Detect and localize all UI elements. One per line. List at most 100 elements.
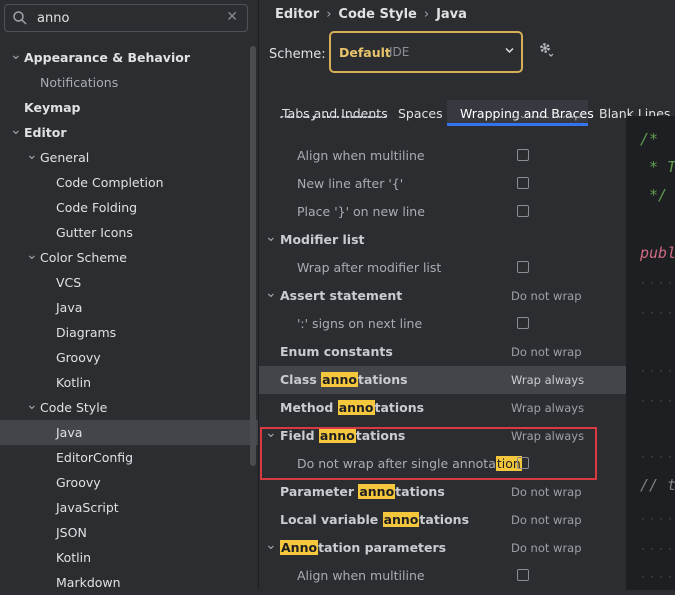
sidebar-item-editor[interactable]: ⌄ Editor (0, 120, 258, 145)
sidebar-item-json[interactable]: JSON (0, 520, 258, 545)
whitespace-indicator: ···· (640, 396, 675, 407)
option-row-local-variable-annotations[interactable]: Local variable annotations Do not wrap (259, 506, 626, 534)
breadcrumb-java: Java (436, 7, 467, 22)
chevron-down-icon[interactable]: ⌄ (10, 120, 22, 140)
chevron-down-icon[interactable]: ⌄ (265, 226, 277, 248)
option-wrap-value[interactable]: Wrap always (511, 366, 584, 394)
whitespace-indicator: ···· (640, 452, 675, 463)
whitespace-indicator: ···· (640, 366, 675, 377)
option-row-enum-constants[interactable]: Enum constants Do not wrap (259, 338, 626, 366)
field-annotations-highlight-box (260, 427, 597, 480)
option-row-parameter-annotations[interactable]: Parameter annotations Do not wrap (259, 478, 626, 506)
option-checkbox[interactable] (517, 569, 529, 581)
chevron-down-icon[interactable]: ⌄ (10, 45, 22, 65)
option-row-method-annotations[interactable]: Method annotations Wrap always (259, 394, 626, 422)
search-field[interactable]: anno ✕ (4, 4, 248, 32)
scheme-dropdown[interactable]: Default IDE (329, 31, 523, 73)
sidebar-item-gutter-icons[interactable]: Gutter Icons (0, 220, 258, 245)
option-row-align-when-multiline[interactable]: Align when multiline (259, 562, 626, 590)
gear-icon[interactable] (537, 40, 555, 58)
chevron-down-icon[interactable]: ⌄ (26, 245, 38, 265)
search-input[interactable]: anno (37, 11, 69, 26)
preview-code-line: publ (640, 244, 675, 262)
breadcrumb-separator-icon: › (326, 7, 332, 22)
sidebar-item-label: Appearance & Behavior (24, 50, 190, 65)
scheme-label: Scheme: (269, 47, 326, 62)
option-row-assert-statement[interactable]: ⌄ Assert statement Do not wrap (259, 282, 626, 310)
option-checkbox[interactable] (517, 205, 529, 217)
sidebar-item-label: General (40, 150, 90, 165)
sidebar-item-javascript[interactable]: JavaScript (0, 495, 258, 520)
sidebar-item-label: JSON (56, 525, 87, 540)
option-row-new-line-after[interactable]: New line after '{' (259, 170, 626, 198)
breadcrumb-editor[interactable]: Editor (275, 7, 319, 22)
sidebar-item-vcs[interactable]: VCS (0, 270, 258, 295)
chevron-down-icon[interactable]: ⌄ (265, 282, 277, 304)
sidebar-item-kotlin[interactable]: Kotlin (0, 545, 258, 570)
sidebar-item-label: EditorConfig (56, 450, 134, 465)
sidebar-item-diagrams[interactable]: Diagrams (0, 320, 258, 345)
sidebar-item-notifications[interactable]: Notifications (0, 70, 258, 95)
sidebar-item-label: Editor (24, 125, 67, 140)
sidebar-item-keymap[interactable]: Keymap (0, 95, 258, 120)
sidebar-item-color-scheme[interactable]: ⌄ Color Scheme (0, 245, 258, 270)
option-row-array-initializer[interactable]: ⌄Array initializer Do not wrap (259, 116, 626, 128)
sidebar-item-java[interactable]: Java (0, 420, 258, 445)
option-checkbox[interactable] (517, 177, 529, 189)
option-wrap-value[interactable]: Do not wrap (511, 478, 582, 506)
sidebar-item-kotlin[interactable]: Kotlin (0, 370, 258, 395)
whitespace-indicator: ···· (640, 514, 675, 525)
option-wrap-value[interactable]: Do not wrap (511, 282, 582, 310)
sidebar-item-label: Keymap (24, 100, 81, 115)
option-row-modifier-list[interactable]: ⌄ Modifier list (259, 226, 626, 254)
option-row-place-on-new-line[interactable]: Place '}' on new line (259, 198, 626, 226)
sidebar-item-groovy[interactable]: Groovy (0, 470, 258, 495)
sidebar-item-editorconfig[interactable]: EditorConfig (0, 445, 258, 470)
option-wrap-value[interactable]: Wrap always (511, 394, 584, 422)
sidebar-scrollbar[interactable] (250, 46, 256, 466)
option-checkbox[interactable] (517, 261, 529, 273)
chevron-down-icon[interactable]: ⌄ (26, 395, 38, 415)
sidebar-item-groovy[interactable]: Groovy (0, 345, 258, 370)
option-wrap-value[interactable]: Do not wrap (511, 338, 582, 366)
option-checkbox[interactable] (517, 317, 529, 329)
option-name: ':' signs on next line (297, 316, 423, 331)
option-row-wrap-after-modifier-list[interactable]: Wrap after modifier list (259, 254, 626, 282)
option-wrap-value[interactable]: Do not wrap (511, 534, 582, 562)
sidebar-item-code-style[interactable]: ⌄ Code Style (0, 395, 258, 420)
option-wrap-value[interactable]: Do not wrap (511, 506, 582, 534)
option-name: Wrap after modifier list (297, 260, 442, 275)
option-wrap-value[interactable]: Do not wrap (511, 116, 582, 128)
sidebar-item-appearance-behavior[interactable]: ⌄ Appearance & Behavior (0, 45, 258, 70)
search-match-highlight: anno (358, 484, 396, 499)
sidebar-item-markdown[interactable]: Markdown (0, 570, 258, 595)
sidebar-item-label: Groovy (56, 350, 101, 365)
option-row-annotation-parameters[interactable]: ⌄ Annotation parameters Do not wrap (259, 534, 626, 562)
sidebar-item-label: Notifications (40, 75, 119, 90)
breadcrumb-code-style[interactable]: Code Style (338, 7, 416, 22)
option-row-class-annotations[interactable]: Class annotations Wrap always (259, 366, 626, 394)
wrapping-options-table: ⌄Array initializerDo not wrap Align when … (259, 116, 626, 590)
clear-search-icon[interactable]: ✕ (226, 9, 238, 25)
sidebar-item-code-completion[interactable]: Code Completion (0, 170, 258, 195)
chevron-down-icon[interactable]: ⌄ (26, 145, 38, 165)
search-match-highlight: anno (382, 512, 420, 527)
sidebar-item-general[interactable]: ⌄ General (0, 145, 258, 170)
scheme-subtitle: IDE (389, 45, 410, 59)
option-name: Align when multiline (297, 148, 425, 163)
option-name: Modifier list (280, 232, 365, 247)
option-row-signs-on-next-line[interactable]: ':' signs on next line (259, 310, 626, 338)
settings-tree: ⌄ Appearance & Behavior Notifications Keyma… (0, 45, 258, 595)
sidebar-item-code-folding[interactable]: Code Folding (0, 195, 258, 220)
option-checkbox[interactable] (517, 149, 529, 161)
option-row-align-when-multiline[interactable]: Align when multiline (259, 142, 626, 170)
sidebar-item-label: Code Style (40, 400, 108, 415)
chevron-down-icon[interactable]: ⌄ (265, 116, 277, 122)
chevron-down-icon[interactable]: ⌄ (265, 534, 277, 556)
sidebar-item-java[interactable]: Java (0, 295, 258, 320)
sidebar-item-label: Kotlin (56, 375, 91, 390)
chevron-down-icon (505, 47, 514, 54)
option-name: Place '}' on new line (297, 204, 425, 219)
search-icon (13, 11, 27, 25)
sidebar-item-label: Java (56, 300, 83, 315)
